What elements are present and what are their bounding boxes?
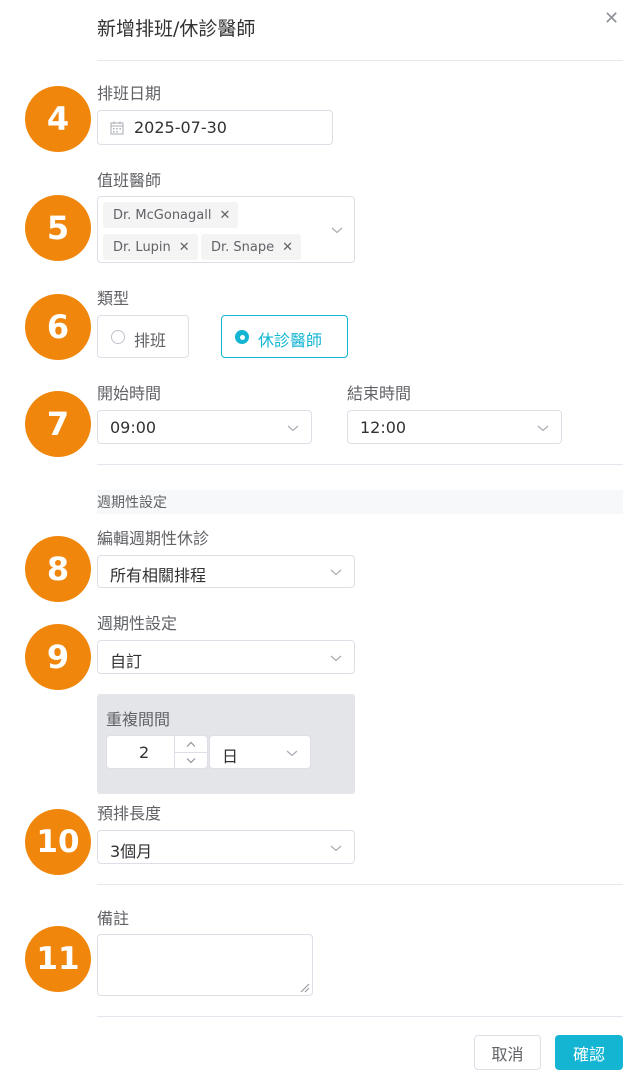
step-badge-9: 9 (25, 624, 91, 690)
schedule-date-value: 2025-07-30 (134, 118, 227, 137)
recurrence-edit-select[interactable]: 所有相關排程 (97, 555, 355, 588)
doctor-tag: Dr. Lupin ✕ (103, 234, 198, 260)
end-time-select[interactable]: 12:00 (347, 410, 562, 444)
confirm-button[interactable]: 確認 (555, 1035, 623, 1070)
step-badge-11: 11 (25, 926, 91, 992)
interval-panel: 重複間間 2 日 (97, 694, 355, 794)
step-badge-6: 6 (25, 294, 91, 360)
notes-textarea[interactable] (97, 934, 313, 996)
footer-divider (97, 1016, 623, 1017)
step-badge-4: 4 (25, 86, 91, 152)
step-badge-7: 7 (25, 391, 91, 457)
tag-close-icon[interactable]: ✕ (179, 240, 190, 255)
tag-close-icon[interactable]: ✕ (282, 240, 293, 255)
interval-value: 2 (139, 743, 150, 762)
step-badge-8: 8 (25, 536, 91, 602)
chevron-down-icon (330, 569, 342, 576)
chevron-down-icon (330, 845, 342, 852)
chevron-down-icon (286, 750, 298, 757)
end-time-label: 結束時間 (347, 384, 412, 403)
recurrence-setting-label: 週期性設定 (97, 614, 178, 633)
recurrence-edit-label: 編輯週期性休診 (97, 529, 210, 548)
recurrence-section-header: 週期性設定 (97, 490, 623, 514)
recurrence-setting-select[interactable]: 自訂 (97, 640, 355, 674)
cancel-button[interactable]: 取消 (474, 1035, 541, 1070)
dialog-title: 新增排班/休診醫師 (97, 18, 256, 40)
header-divider (97, 60, 623, 61)
resize-handle-icon[interactable] (300, 983, 310, 993)
start-time-label: 開始時間 (97, 384, 162, 403)
schedule-date-input[interactable]: 2025-07-30 (97, 110, 333, 145)
section-divider (97, 464, 623, 465)
tag-close-icon[interactable]: ✕ (219, 208, 230, 223)
increment-icon[interactable] (185, 740, 197, 749)
doctors-label: 值班醫師 (97, 171, 162, 190)
notes-label: 備註 (97, 909, 130, 928)
interval-unit-select[interactable]: 日 (209, 735, 311, 769)
length-select[interactable]: 3個月 (97, 830, 355, 864)
chevron-down-icon (537, 425, 549, 432)
start-time-select[interactable]: 09:00 (97, 410, 312, 444)
step-badge-10: 10 (25, 809, 91, 875)
radio-checked-icon (235, 330, 249, 344)
doctor-tag: Dr. Snape ✕ (201, 234, 302, 260)
chevron-down-icon (287, 425, 299, 432)
type-option-schedule[interactable]: 排班 (97, 315, 189, 358)
interval-stepper[interactable]: 2 (106, 735, 208, 769)
step-badge-5: 5 (25, 195, 91, 261)
section-divider (97, 884, 623, 885)
radio-unchecked-icon (111, 330, 125, 344)
calendar-icon (110, 121, 124, 135)
chevron-down-icon (331, 227, 343, 234)
decrement-icon[interactable] (185, 756, 197, 765)
length-label: 預排長度 (97, 804, 162, 823)
chevron-down-icon (330, 655, 342, 662)
doctor-tag: Dr. McGonagall ✕ (103, 202, 239, 228)
type-option-closure[interactable]: 休診醫師 (221, 315, 348, 358)
schedule-date-label: 排班日期 (97, 84, 162, 103)
type-label: 類型 (97, 289, 130, 308)
doctors-select[interactable]: Dr. McGonagall ✕ Dr. Lupin ✕ Dr. Snape ✕ (97, 196, 355, 263)
close-icon[interactable]: ✕ (604, 10, 619, 28)
